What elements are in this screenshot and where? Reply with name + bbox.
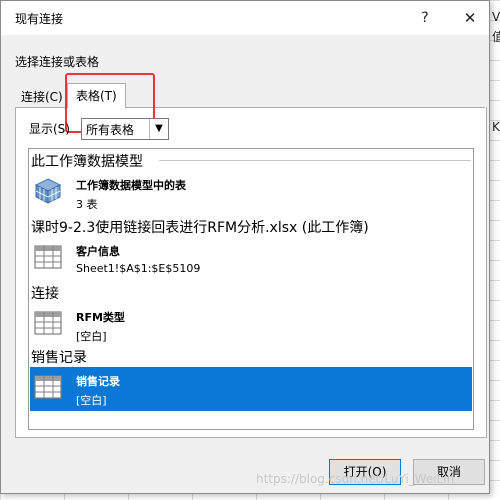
group-heading: 课时9-2.3使用链接回表进行RFM分析.xlsx (此工作簿) <box>31 220 369 236</box>
table-icon <box>34 245 62 269</box>
item-name: 销售记录 <box>76 375 120 388</box>
group-heading: 连接 <box>31 286 59 302</box>
chevron-down-icon[interactable]: ▼ <box>149 119 168 139</box>
title-bar: 现有连接 ? ✕ <box>1 1 489 35</box>
bg-cell: 值 <box>492 30 500 44</box>
show-dropdown[interactable]: 所有表格 ▼ <box>81 118 169 140</box>
group-heading: 销售记录 <box>31 350 87 366</box>
item-description: [空白] <box>76 394 107 407</box>
tables-list[interactable]: 此工作簿数据模型 工作簿数据模型中的表 3 表 课时9-2.3使用链接回表进行R… <box>28 148 474 430</box>
close-button[interactable]: ✕ <box>456 7 484 29</box>
item-name: RFM类型 <box>76 311 125 324</box>
bg-cell: K <box>492 120 500 134</box>
list-item-sales-records[interactable]: 销售记录 [空白] <box>30 367 472 411</box>
item-name: 工作簿数据模型中的表 <box>76 179 186 192</box>
group-heading: 此工作簿数据模型 <box>31 154 143 170</box>
table-icon <box>34 311 62 335</box>
table-icon <box>34 375 62 399</box>
tab-connections[interactable]: 连接(C) <box>17 87 67 107</box>
dialog-title: 现有连接 <box>15 12 64 26</box>
help-button[interactable]: ? <box>411 7 439 29</box>
item-description: [空白] <box>76 330 107 343</box>
cube-icon <box>34 178 62 204</box>
item-description: Sheet1!$A$1:$E$5109 <box>76 262 201 275</box>
group-rule <box>159 160 471 161</box>
show-label: 显示(S) <box>29 122 70 136</box>
list-item-data-model-tables[interactable]: 工作簿数据模型中的表 3 表 <box>30 171 472 215</box>
watermark: https://blog.csdn.net/LuYi_WeiLin <box>256 472 455 486</box>
list-item-rfm-type[interactable]: RFM类型 [空白] <box>30 303 472 347</box>
item-name: 客户信息 <box>76 245 120 258</box>
show-dropdown-value: 所有表格 <box>86 123 135 137</box>
existing-connections-dialog: 现有连接 ? ✕ 选择连接或表格 连接(C) 表格(T) 显示(S) 所有表格 … <box>0 0 490 494</box>
list-item-customer-info[interactable]: 客户信息 Sheet1!$A$1:$E$5109 <box>30 237 472 281</box>
item-description: 3 表 <box>76 198 98 211</box>
bg-cell: V <box>492 10 500 24</box>
prompt-label: 选择连接或表格 <box>15 55 100 69</box>
